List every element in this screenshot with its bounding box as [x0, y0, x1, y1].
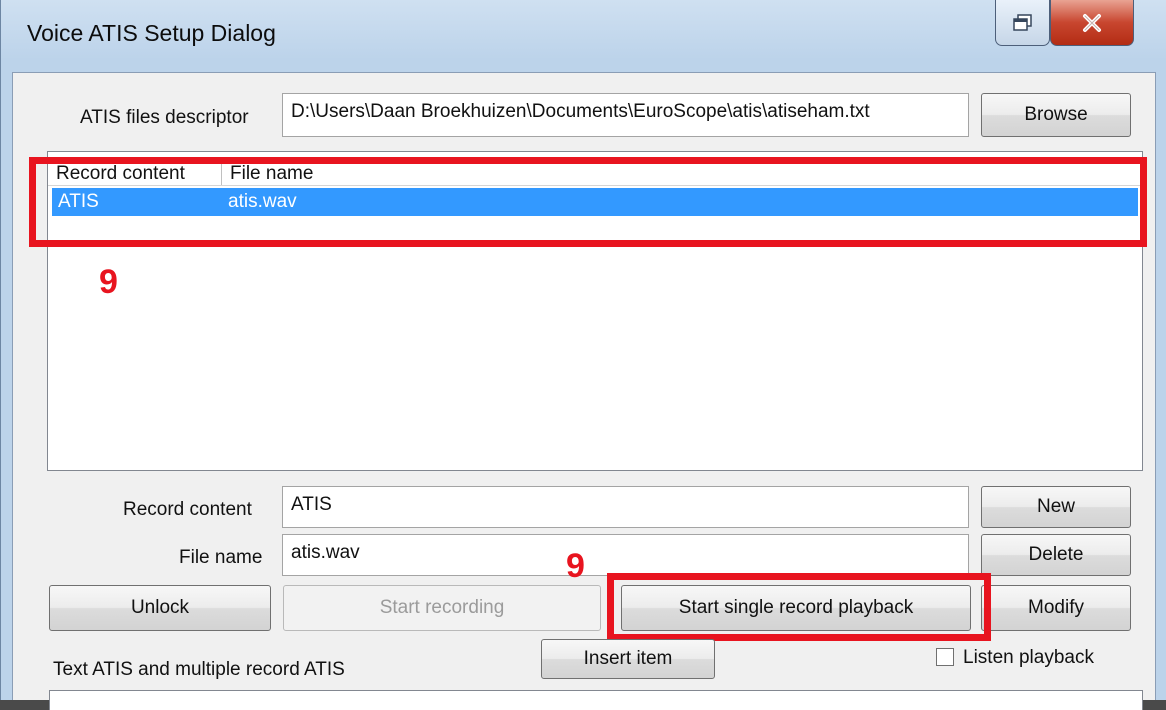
delete-button[interactable]: Delete — [981, 534, 1131, 576]
browse-button[interactable]: Browse — [981, 93, 1131, 137]
record-content-field[interactable]: ATIS — [282, 486, 969, 528]
annotation-marker-list: 9 — [99, 263, 118, 301]
record-content-label: Record content — [123, 499, 252, 520]
close-icon — [1083, 13, 1101, 32]
listen-playback-label[interactable]: Listen playback — [963, 647, 1094, 669]
new-button[interactable]: New — [981, 486, 1131, 528]
insert-item-button[interactable]: Insert item — [541, 639, 715, 679]
modify-button[interactable]: Modify — [981, 585, 1131, 631]
annotation-box-list — [29, 157, 1147, 247]
listen-playback-checkbox[interactable] — [936, 648, 954, 666]
title-bar[interactable]: Voice ATIS Setup Dialog — [1, 0, 1166, 72]
window-title: Voice ATIS Setup Dialog — [27, 20, 276, 46]
close-button[interactable] — [1050, 0, 1134, 46]
annotation-marker-playback: 9 — [566, 547, 585, 585]
text-atis-field[interactable] — [49, 690, 1143, 710]
descriptor-path-field[interactable]: D:\Users\Daan Broekhuizen\Documents\Euro… — [282, 93, 969, 137]
dialog-client-area: ATIS files descriptor D:\Users\Daan Broe… — [12, 72, 1156, 710]
descriptor-label: ATIS files descriptor — [80, 107, 249, 128]
annotation-box-playback — [607, 573, 991, 641]
restore-button[interactable] — [995, 0, 1050, 46]
file-name-label: File name — [179, 547, 263, 568]
unlock-button[interactable]: Unlock — [49, 585, 271, 631]
restore-icon — [1012, 13, 1032, 31]
voice-atis-setup-dialog: Voice ATIS Setup Dialog ATIS files descr… — [0, 0, 1166, 710]
text-atis-label: Text ATIS and multiple record ATIS — [53, 659, 345, 680]
start-recording-button[interactable]: Start recording — [283, 585, 601, 631]
file-name-field[interactable]: atis.wav — [282, 534, 969, 576]
